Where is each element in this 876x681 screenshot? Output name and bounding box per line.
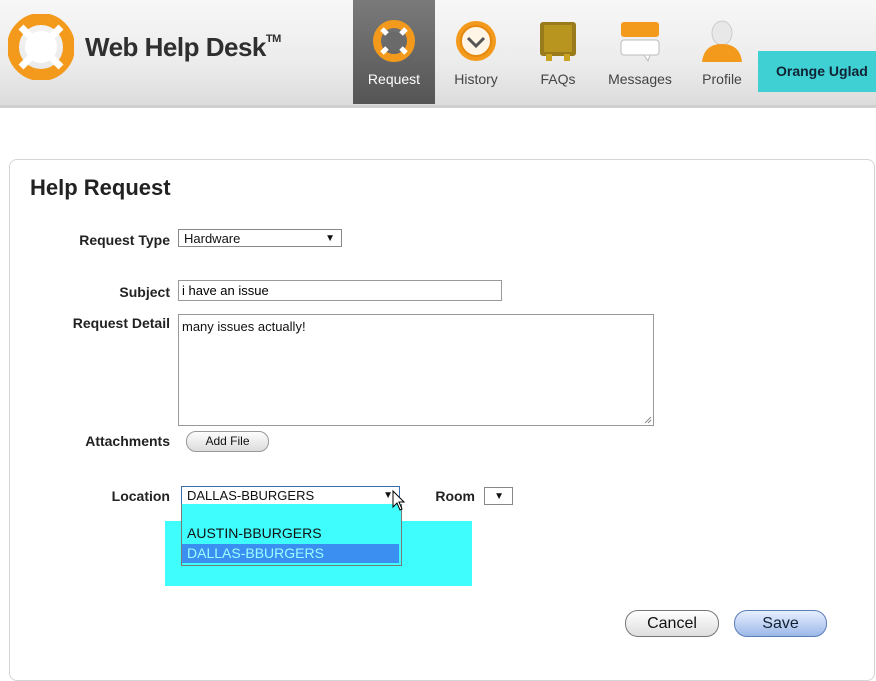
- room-select[interactable]: ▼: [484, 487, 513, 505]
- trademark: TM: [265, 33, 281, 46]
- messages-icon: [620, 22, 660, 63]
- location-option-dallas[interactable]: DALLAS-BBURGERS: [182, 544, 399, 563]
- save-button[interactable]: Save: [734, 610, 827, 637]
- nav-label: History: [454, 71, 498, 87]
- cancel-button[interactable]: Cancel: [625, 610, 719, 637]
- app-name: Web Help Desk: [85, 32, 266, 62]
- lifebuoy-logo-icon: [8, 14, 74, 80]
- subject-label: Subject: [119, 284, 170, 300]
- nav-label: Messages: [608, 71, 672, 87]
- subject-input[interactable]: [178, 280, 502, 301]
- request-type-label: Request Type: [79, 232, 170, 248]
- attachments-label: Attachments: [85, 433, 170, 449]
- nav-messages[interactable]: Messages: [599, 0, 681, 104]
- request-type-select[interactable]: Hardware ▼: [178, 229, 342, 247]
- nav-label: Profile: [702, 71, 742, 87]
- resize-grip-icon[interactable]: [644, 416, 652, 424]
- page-title: Help Request: [30, 175, 171, 200]
- location-option-austin[interactable]: AUSTIN-BBURGERS: [182, 524, 399, 543]
- user-name-badge[interactable]: Orange Uglad: [758, 51, 876, 92]
- location-label: Location: [111, 488, 170, 504]
- nav-request[interactable]: Request: [353, 0, 435, 104]
- room-label: Room: [435, 488, 475, 504]
- nav-faqs[interactable]: FAQs: [517, 0, 599, 104]
- nav-label: FAQs: [540, 71, 576, 87]
- request-type-value: Hardware: [184, 231, 241, 246]
- app-brand: Web Help DeskTM: [85, 32, 281, 63]
- dropdown-arrow-icon: ▼: [325, 233, 335, 244]
- request-detail-textarea[interactable]: many issues actually!: [178, 314, 654, 426]
- nav-profile[interactable]: Profile: [681, 0, 763, 104]
- history-icon: [456, 21, 496, 61]
- lifebuoy-icon: [373, 20, 415, 62]
- location-select[interactable]: DALLAS-BBURGERS ▼: [181, 486, 400, 505]
- location-dropdown-list: AUSTIN-BBURGERS DALLAS-BBURGERS: [181, 504, 402, 566]
- request-detail-label: Request Detail: [72, 315, 170, 331]
- add-file-button[interactable]: Add File: [186, 431, 269, 452]
- profile-icon: [702, 20, 742, 62]
- app-header: Web Help DeskTM Request History FAQs Mes…: [0, 0, 876, 108]
- mouse-cursor-icon: [392, 490, 406, 511]
- nav-history[interactable]: History: [435, 0, 517, 104]
- location-value: DALLAS-BBURGERS: [187, 488, 315, 503]
- nav-label: Request: [367, 71, 421, 87]
- faq-book-icon: [540, 22, 576, 61]
- dropdown-arrow-icon: ▼: [494, 491, 504, 502]
